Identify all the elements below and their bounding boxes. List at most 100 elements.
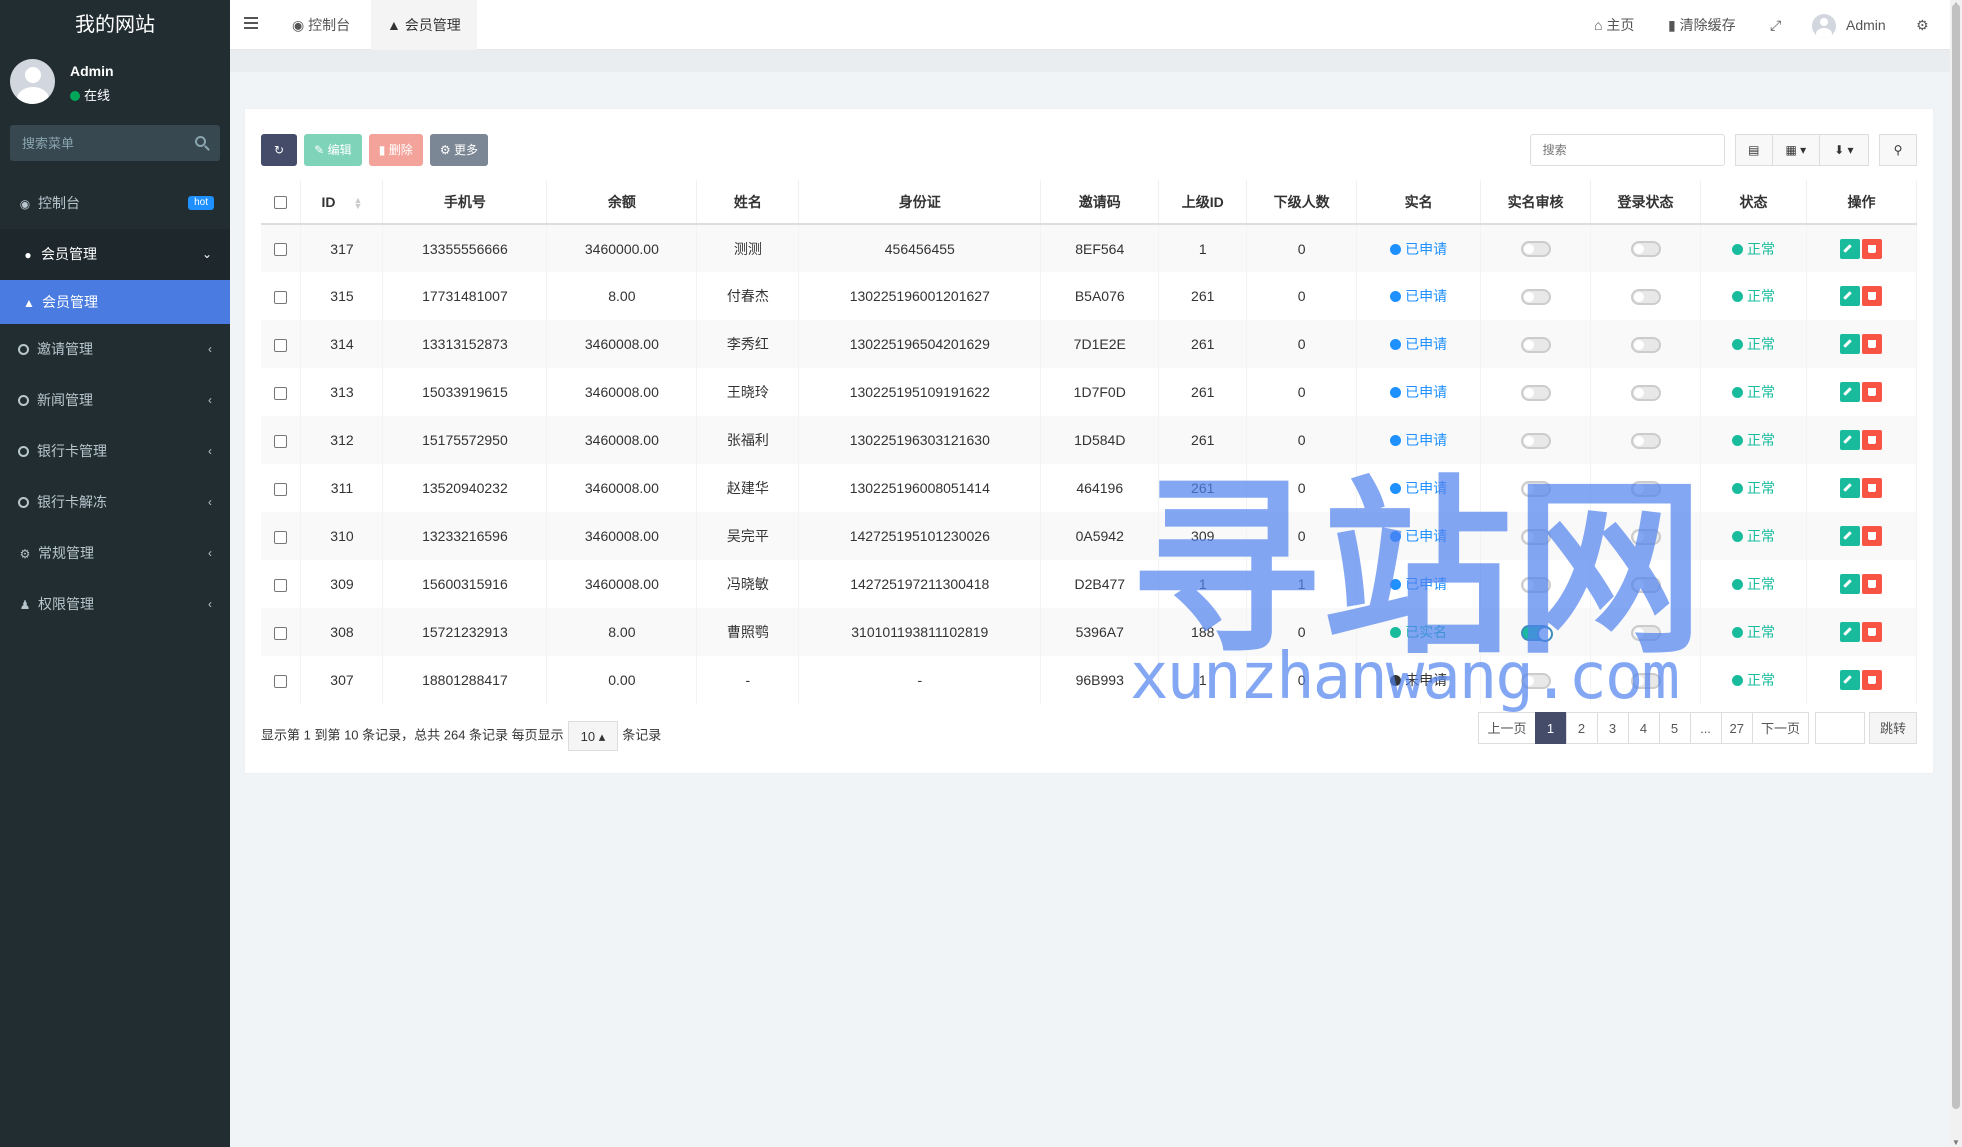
sidebar-item-permission[interactable]: ♟ 权限管理 ‹ xyxy=(0,579,230,630)
page-button[interactable]: 3 xyxy=(1596,712,1629,744)
next-page-button[interactable]: 下一页 xyxy=(1751,712,1809,744)
realname-audit-toggle[interactable] xyxy=(1520,480,1551,497)
row-delete-button[interactable] xyxy=(1862,382,1883,402)
row-delete-button[interactable] xyxy=(1862,622,1883,642)
realname-audit-toggle[interactable] xyxy=(1520,528,1551,545)
row-delete-button[interactable] xyxy=(1862,286,1883,306)
login-status-toggle[interactable] xyxy=(1630,241,1661,258)
row-checkbox[interactable] xyxy=(274,674,288,688)
login-status-toggle[interactable] xyxy=(1630,432,1661,449)
row-checkbox[interactable] xyxy=(274,578,288,592)
home-link[interactable]: ⌂ 主页 xyxy=(1594,0,1634,50)
row-checkbox[interactable] xyxy=(274,626,288,640)
cell-realname[interactable]: 已申请 xyxy=(1356,416,1482,464)
sidebar-item-general[interactable]: ⚙ 常规管理 ‹ xyxy=(0,528,230,579)
row-delete-button[interactable] xyxy=(1862,670,1883,690)
scrollbar-thumb[interactable] xyxy=(1952,4,1960,1109)
page-button[interactable]: 2 xyxy=(1565,712,1598,744)
realname-audit-toggle[interactable] xyxy=(1520,336,1551,353)
realname-audit-toggle[interactable] xyxy=(1520,432,1551,449)
settings-icon[interactable]: ⚙ xyxy=(1916,0,1929,50)
search-button[interactable]: ⚲ xyxy=(1879,134,1917,166)
login-status-toggle[interactable] xyxy=(1630,528,1661,545)
fullscreen-icon[interactable]: ⤢ xyxy=(1770,0,1781,50)
login-status-toggle[interactable] xyxy=(1630,624,1661,641)
login-status-toggle[interactable] xyxy=(1630,576,1661,593)
cell-realname[interactable]: 已申请 xyxy=(1356,464,1482,512)
user-menu[interactable]: Admin xyxy=(1812,0,1886,50)
tab-dashboard[interactable]: ◉ 控制台 xyxy=(276,0,366,50)
row-checkbox[interactable] xyxy=(274,482,288,496)
page-button[interactable]: 5 xyxy=(1658,712,1691,744)
login-status-toggle[interactable] xyxy=(1630,480,1661,497)
row-edit-button[interactable] xyxy=(1840,526,1861,546)
row-delete-button[interactable] xyxy=(1862,334,1883,354)
cell-realname[interactable]: 已实名 xyxy=(1356,608,1482,656)
row-checkbox[interactable] xyxy=(274,243,288,257)
realname-audit-toggle[interactable] xyxy=(1520,624,1553,642)
row-delete-button[interactable] xyxy=(1862,574,1883,594)
page-button[interactable]: 4 xyxy=(1627,712,1660,744)
refresh-button[interactable]: ↻ xyxy=(261,134,297,166)
row-checkbox[interactable] xyxy=(274,434,288,448)
cell-realname[interactable]: 未申请 xyxy=(1356,656,1482,704)
realname-audit-toggle[interactable] xyxy=(1520,672,1551,689)
page-button[interactable]: 27 xyxy=(1720,712,1753,744)
sidebar-item-news[interactable]: 新闻管理 ‹ xyxy=(0,375,230,426)
columns-button[interactable]: ▦ ▾ xyxy=(1771,134,1820,166)
login-status-toggle[interactable] xyxy=(1630,384,1661,401)
sidebar-item-dashboard[interactable]: ◉ 控制台 hot xyxy=(0,178,230,229)
brand-logo[interactable]: 我的网站 xyxy=(0,0,230,50)
row-checkbox[interactable] xyxy=(274,530,288,544)
clear-cache-link[interactable]: ▮ 清除缓存 xyxy=(1668,0,1736,50)
delete-button[interactable]: ▮ 删除 xyxy=(368,134,423,166)
edit-button[interactable]: ✎ 编辑 xyxy=(304,134,362,166)
sidebar-item-bankcard[interactable]: 银行卡管理 ‹ xyxy=(0,426,230,477)
page-size-select[interactable]: 10 ▴ xyxy=(567,721,619,751)
page-button[interactable]: ... xyxy=(1689,712,1722,744)
cell-realname[interactable]: 已申请 xyxy=(1356,512,1482,560)
login-status-toggle[interactable] xyxy=(1630,672,1661,689)
search-input[interactable] xyxy=(1529,134,1725,166)
row-edit-button[interactable] xyxy=(1840,430,1861,450)
export-button[interactable]: ⬇ ▾ xyxy=(1818,134,1869,166)
realname-audit-toggle[interactable] xyxy=(1520,288,1551,305)
row-edit-button[interactable] xyxy=(1840,334,1861,354)
sidebar-item-member-list[interactable]: ▲ 会员管理 xyxy=(0,280,230,324)
jump-page-input[interactable] xyxy=(1814,712,1865,744)
page-button[interactable]: 1 xyxy=(1534,712,1567,744)
row-checkbox[interactable] xyxy=(274,386,288,400)
search-icon[interactable] xyxy=(195,136,206,147)
row-delete-button[interactable] xyxy=(1862,526,1883,546)
cell-realname[interactable]: 已申请 xyxy=(1356,320,1482,368)
menu-search-input[interactable] xyxy=(10,125,180,161)
row-edit-button[interactable] xyxy=(1840,286,1861,306)
cell-realname[interactable]: 已申请 xyxy=(1356,224,1482,272)
sidebar-item-member[interactable]: ● 会员管理 ⌄ xyxy=(0,229,230,280)
cell-realname[interactable]: 已申请 xyxy=(1356,560,1482,608)
row-edit-button[interactable] xyxy=(1840,574,1861,594)
row-checkbox[interactable] xyxy=(274,338,288,352)
sidebar-item-bankcard-unfreeze[interactable]: 银行卡解冻 ‹ xyxy=(0,477,230,528)
row-edit-button[interactable] xyxy=(1840,622,1861,642)
realname-audit-toggle[interactable] xyxy=(1520,576,1551,593)
prev-page-button[interactable]: 上一页 xyxy=(1478,712,1536,744)
realname-audit-toggle[interactable] xyxy=(1520,384,1551,401)
jump-button[interactable]: 跳转 xyxy=(1868,712,1917,744)
row-edit-button[interactable] xyxy=(1840,238,1861,259)
col-id[interactable]: ID ▲ ▼ xyxy=(300,180,384,225)
scrollbar[interactable]: ▲ ▼ xyxy=(1950,0,1962,1147)
toggle-view-button[interactable]: ▤ xyxy=(1734,134,1773,166)
row-delete-button[interactable] xyxy=(1862,238,1883,259)
cell-realname[interactable]: 已申请 xyxy=(1356,272,1482,320)
realname-audit-toggle[interactable] xyxy=(1520,241,1551,258)
scroll-down-icon[interactable]: ▼ xyxy=(1952,1138,1960,1147)
row-edit-button[interactable] xyxy=(1840,478,1861,498)
cell-realname[interactable]: 已申请 xyxy=(1356,368,1482,416)
tab-member[interactable]: ▲ 会员管理 xyxy=(371,0,477,50)
more-button[interactable]: ⚙ 更多 xyxy=(429,134,489,166)
menu-toggle-icon[interactable] xyxy=(244,17,258,29)
login-status-toggle[interactable] xyxy=(1630,288,1661,305)
login-status-toggle[interactable] xyxy=(1630,336,1661,353)
row-edit-button[interactable] xyxy=(1840,382,1861,402)
